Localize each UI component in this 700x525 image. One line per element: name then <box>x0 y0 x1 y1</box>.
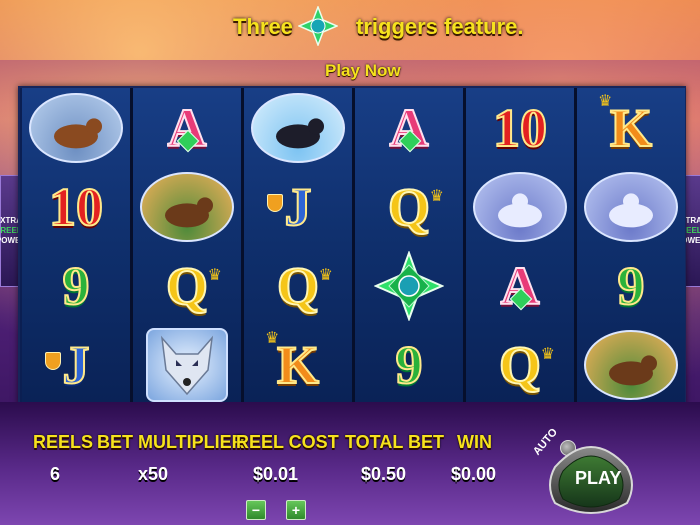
symbol-q: Q ♛ <box>498 334 555 395</box>
decrease-reel-cost-button[interactable]: − <box>246 500 266 520</box>
top-banner: Three triggers feature. Play Now <box>0 0 700 88</box>
wolves-icon <box>584 171 678 242</box>
reel-symbol: 10 <box>466 88 574 167</box>
reel-2: A Q ♛ <box>133 88 241 404</box>
reel-separator <box>241 88 244 404</box>
puffins-icon <box>251 92 345 163</box>
crown-icon: ♛ <box>540 345 555 363</box>
reel-cost-label: REEL COST <box>236 432 339 452</box>
reel-6: K ♛ 9 <box>577 88 685 404</box>
symbol-text: 10 <box>492 97 548 158</box>
symbol-10: 10 <box>48 176 104 237</box>
reel-symbol: 9 <box>22 246 130 325</box>
reel-symbol: J <box>244 167 352 246</box>
bear-icon <box>29 92 123 163</box>
reel-symbol <box>244 88 352 167</box>
total-bet-label: TOTAL BET <box>345 432 444 452</box>
reels-value: 6 <box>50 464 61 484</box>
reel-symbol: A <box>466 246 574 325</box>
crown-icon: ♛ <box>264 329 280 347</box>
crown-icon: ♛ <box>597 92 613 110</box>
reel-separator <box>574 88 577 404</box>
green-gem-icon <box>373 249 445 322</box>
total-bet-value: $0.50 <box>361 464 407 484</box>
moose-icon <box>584 329 678 400</box>
symbol-9: 9 <box>62 255 91 316</box>
win-label: WIN <box>457 432 492 452</box>
play-now-text: Play Now <box>325 61 401 80</box>
reel-symbol: Q ♛ <box>355 167 463 246</box>
moose-icon <box>140 171 234 242</box>
symbol-j: J <box>44 334 91 395</box>
symbol-q: Q ♛ <box>387 176 444 237</box>
shield-icon <box>266 193 283 212</box>
symbol-text: J <box>62 334 91 395</box>
symbol-text: Q <box>165 255 209 316</box>
symbol-a: A <box>500 258 541 314</box>
increase-reel-cost-button[interactable]: + <box>286 500 306 520</box>
symbol-j: J <box>266 176 313 237</box>
reel-symbol: K ♛ <box>577 88 685 167</box>
symbol-text: Q <box>387 176 431 237</box>
reel-symbol: A <box>133 88 241 167</box>
shield-icon <box>44 351 61 370</box>
reel-separator <box>130 88 133 404</box>
reel-symbol: 10 <box>22 167 130 246</box>
symbol-q: Q ♛ <box>276 255 333 316</box>
symbol-a: A <box>389 100 430 156</box>
banner-message-left: Three <box>233 14 293 39</box>
reels-area: 10 9 J A Q ♛ J Q ♛ K ♛ A Q ♛ 9 10 A Q ♛ K ♛ 9 <box>18 86 686 406</box>
symbol-text: 9 <box>395 334 424 395</box>
reel-symbol: 9 <box>577 246 685 325</box>
symbol-text: 9 <box>617 255 646 316</box>
reel-symbol: Q ♛ <box>133 246 241 325</box>
reel-symbol: J <box>22 325 130 404</box>
reel-separator <box>463 88 466 404</box>
reel-4: A Q ♛ 9 <box>355 88 463 404</box>
reels-label: REELS <box>33 432 94 452</box>
symbol-text: Q <box>276 255 320 316</box>
reel-symbol <box>133 167 241 246</box>
wolf-icon <box>146 327 228 402</box>
symbol-text: 10 <box>48 176 104 237</box>
green-gem-icon <box>298 6 338 46</box>
play-button-label: PLAY <box>575 468 622 488</box>
reel-symbol: K ♛ <box>244 325 352 404</box>
symbol-text: 9 <box>62 255 91 316</box>
reel-3: J Q ♛ K ♛ <box>244 88 352 404</box>
symbol-9: 9 <box>395 334 424 395</box>
symbol-10: 10 <box>492 97 548 158</box>
reel-cost-value: $0.01 <box>253 464 299 484</box>
reel-separator <box>352 88 355 404</box>
reel-5: 10 A Q ♛ <box>466 88 574 404</box>
reel-symbol <box>466 167 574 246</box>
symbol-text: Q <box>498 334 542 395</box>
bet-multiplier-value: x50 <box>138 464 169 484</box>
reel-symbol <box>355 246 463 325</box>
reel-symbol <box>133 325 241 404</box>
symbol-9: 9 <box>617 255 646 316</box>
reel-symbol <box>577 167 685 246</box>
wolves-icon <box>473 171 567 242</box>
reel-1: 10 9 J <box>22 88 130 404</box>
reel-symbol <box>22 88 130 167</box>
reel-symbol: A <box>355 88 463 167</box>
symbol-k: K ♛ <box>265 330 320 395</box>
symbol-q: Q ♛ <box>165 255 222 316</box>
symbol-k: K ♛ <box>598 93 653 158</box>
symbol-text: J <box>284 176 313 237</box>
symbol-text: K <box>609 97 653 158</box>
reel-symbol: Q ♛ <box>244 246 352 325</box>
banner-message-right: triggers feature. <box>356 14 524 39</box>
reel-symbol <box>577 325 685 404</box>
bet-multiplier-label: BET MULTIPLIER <box>97 432 245 452</box>
crown-icon: ♛ <box>429 187 444 205</box>
reel-symbol: Q ♛ <box>466 325 574 404</box>
crown-icon: ♛ <box>318 266 333 284</box>
crown-icon: ♛ <box>207 266 222 284</box>
reel-symbol: 9 <box>355 325 463 404</box>
win-value: $0.00 <box>451 464 497 484</box>
symbol-text: K <box>276 334 320 395</box>
symbol-a: A <box>167 100 208 156</box>
